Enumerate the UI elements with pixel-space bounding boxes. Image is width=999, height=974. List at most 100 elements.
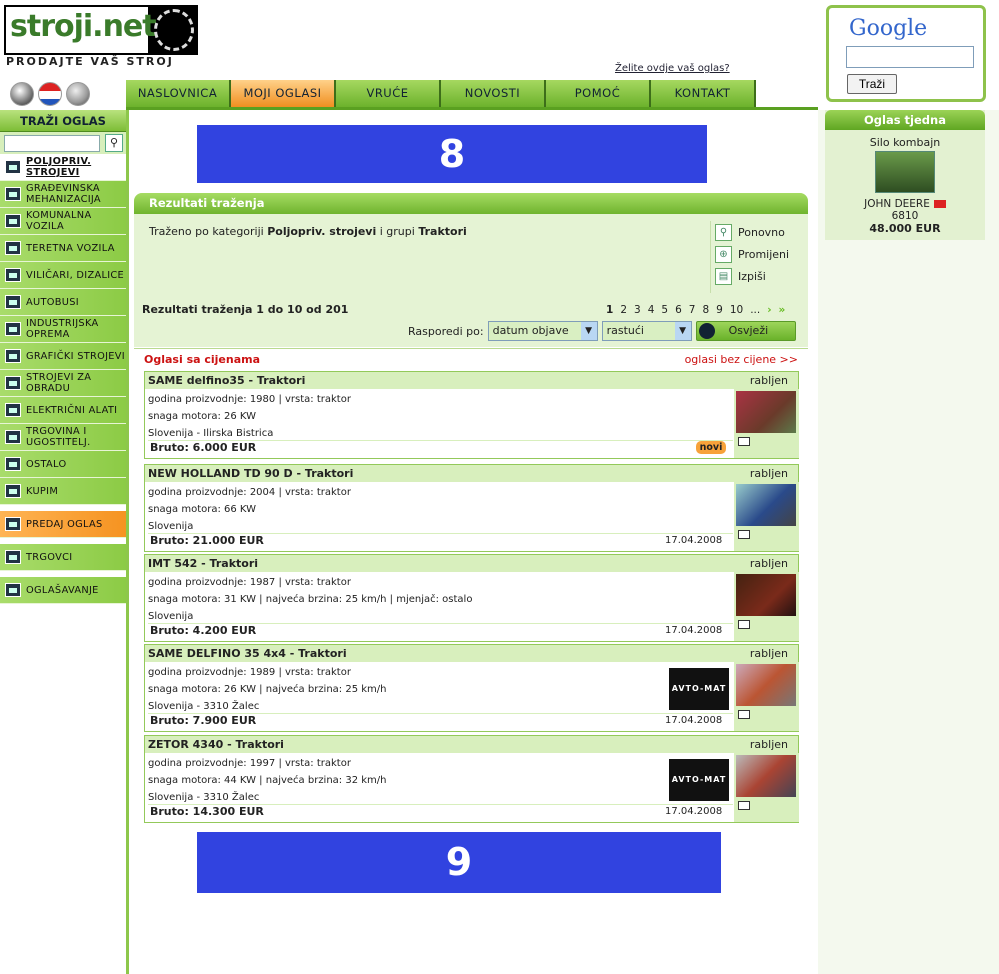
refresh-button[interactable]: Osvježi <box>695 321 796 341</box>
category-icon <box>5 187 21 201</box>
category-icon <box>5 376 21 390</box>
sort-order-select[interactable]: rastući ▼ <box>601 321 692 341</box>
listing-price: Bruto: 14.300 EUR <box>150 805 264 818</box>
dealer-logo[interactable]: AVTO-MAT <box>669 759 729 801</box>
zoom-edit-icon: ⊕ <box>715 245 732 263</box>
action-print[interactable]: ▤ Izpiši <box>711 265 808 287</box>
camera-icon[interactable] <box>738 710 750 719</box>
submit-ad-link[interactable]: PREDAJ OGLAS <box>0 511 126 538</box>
listing-condition: rabljen <box>749 738 788 751</box>
listing-date: 17.04.2008 <box>665 715 723 726</box>
action-change[interactable]: ⊕ Promijeni <box>711 243 808 265</box>
week-item-name[interactable]: Silo kombajn <box>825 136 985 149</box>
sidebar-search: ⚲ <box>0 132 126 154</box>
dealers-link[interactable]: TRGOVCI <box>0 544 126 571</box>
flag-icon-3[interactable] <box>66 82 90 106</box>
camera-icon[interactable] <box>738 801 750 810</box>
category-buses[interactable]: AUTOBUSI <box>0 289 126 316</box>
sort-label: Rasporedi po: <box>408 324 484 338</box>
category-icon <box>5 349 21 363</box>
camera-icon[interactable] <box>738 620 750 629</box>
site-logo[interactable]: stroji.net <box>4 5 198 55</box>
nav-help[interactable]: POMOĆ <box>546 80 651 107</box>
page-link[interactable]: 4 <box>648 304 655 316</box>
ad-of-the-week[interactable]: Oglas tjedna Silo kombajn JOHN DEERE 681… <box>825 110 985 240</box>
last-page-icon[interactable]: » <box>779 304 786 316</box>
listing-title[interactable]: ZETOR 4340 - Traktori <box>148 736 284 753</box>
sidebar-divider <box>126 110 129 974</box>
page-link[interactable]: 8 <box>702 304 709 316</box>
page-link[interactable]: 10 <box>730 304 743 316</box>
listing-line: godina proizvodnje: 1987 | vrsta: trakto… <box>148 577 351 588</box>
nav-home[interactable]: NASLOVNICA <box>126 80 231 107</box>
page-link[interactable]: 7 <box>689 304 696 316</box>
listing-title[interactable]: IMT 542 - Traktori <box>148 555 258 572</box>
camera-icon[interactable] <box>738 437 750 446</box>
banner-top[interactable]: 8 <box>197 125 707 183</box>
category-forklifts[interactable]: VILIČARI, DIZALICE <box>0 262 126 289</box>
listing-thumbnail[interactable] <box>736 664 796 706</box>
category-graphic[interactable]: GRAFIČKI STROJEVI <box>0 343 126 370</box>
page-link[interactable]: 1 <box>606 304 613 316</box>
search-icon[interactable]: ⚲ <box>105 134 123 152</box>
listing-thumbnail[interactable] <box>736 574 796 616</box>
camera-icon[interactable] <box>738 530 750 539</box>
listing-thumbnail[interactable] <box>736 755 796 797</box>
video-camera-icon <box>933 200 946 208</box>
category-other[interactable]: OSTALO <box>0 451 126 478</box>
category-icon <box>5 241 21 255</box>
listing[interactable]: SAME DELFINO 35 4x4 - Traktori rabljen go… <box>144 644 799 732</box>
nav-news[interactable]: NOVOSTI <box>441 80 546 107</box>
week-item-image[interactable] <box>875 151 935 193</box>
banner-bottom[interactable]: 9 <box>197 832 721 893</box>
google-search-input[interactable] <box>846 46 974 68</box>
category-municipal[interactable]: KOMUNALNA VOZILA <box>0 208 126 235</box>
category-processing[interactable]: STROJEVI ZA OBRADU <box>0 370 126 397</box>
listing[interactable]: SAME delfino35 - Traktori rabljen godina … <box>144 371 799 459</box>
next-page-icon[interactable]: › <box>767 304 771 316</box>
google-search-button[interactable]: Traži <box>847 74 897 94</box>
category-agri[interactable]: POLJOPRIV. STROJEVI <box>0 154 126 181</box>
category-icon <box>5 295 21 309</box>
section-divider <box>134 348 808 349</box>
page-link[interactable]: 3 <box>634 304 641 316</box>
listing[interactable]: ZETOR 4340 - Traktori rabljen godina proi… <box>144 735 799 823</box>
category-icon <box>5 457 21 471</box>
flag-icon-1[interactable] <box>10 82 34 106</box>
listing-title[interactable]: SAME delfino35 - Traktori <box>148 372 305 389</box>
nav-my-ads[interactable]: MOJI OGLASI <box>231 80 336 107</box>
sort-field-select[interactable]: datum objave ▼ <box>487 321 598 341</box>
page-link[interactable]: 2 <box>620 304 627 316</box>
category-construction[interactable]: GRAĐEVINSKA MEHANIZACIJA <box>0 181 126 208</box>
page-link[interactable]: 9 <box>716 304 723 316</box>
page-link[interactable]: 5 <box>661 304 668 316</box>
category-trade[interactable]: TRGOVINA I UGOSTITELJ. <box>0 424 126 451</box>
listing-thumbnail[interactable] <box>736 484 796 526</box>
category-industrial[interactable]: INDUSTRIJSKA OPREMA <box>0 316 126 343</box>
listing[interactable]: NEW HOLLAND TD 90 D - Traktori rabljen go… <box>144 464 799 552</box>
sidebar-search-input[interactable] <box>4 135 100 152</box>
croatia-flag-icon[interactable] <box>38 82 62 106</box>
category-trucks[interactable]: TERETNA VOZILA <box>0 235 126 262</box>
dealer-logo[interactable]: AVTO-MAT <box>669 668 729 710</box>
advertise-link[interactable]: Želite ovdje vaš oglas? <box>615 63 730 74</box>
category-label: KUPIM <box>26 485 59 497</box>
action-repeat[interactable]: ⚲ Ponovno <box>711 221 808 243</box>
nav-contact[interactable]: KONTAKT <box>651 80 756 107</box>
listing-thumbnail[interactable] <box>736 391 796 433</box>
unpriced-ads-link[interactable]: oglasi bez cijene >> <box>685 353 798 366</box>
magnifier-icon: ⚲ <box>715 223 732 241</box>
search-criteria: Traženo po kategoriji Poljopriv. strojev… <box>149 225 467 238</box>
listing-title[interactable]: NEW HOLLAND TD 90 D - Traktori <box>148 465 353 482</box>
listing[interactable]: IMT 542 - Traktori rabljen godina proizvo… <box>144 554 799 642</box>
nav-hot[interactable]: VRUĆE <box>336 80 441 107</box>
sidebar-title: TRAŽI OGLAS <box>0 110 126 132</box>
new-badge: novi <box>696 441 726 454</box>
category-buy[interactable]: KUPIM <box>0 478 126 505</box>
category-label: GRAĐEVINSKA MEHANIZACIJA <box>26 183 101 205</box>
category-electric-tools[interactable]: ELEKTRIČNI ALATI <box>0 397 126 424</box>
listing-price: Bruto: 4.200 EUR <box>150 624 257 637</box>
page-link[interactable]: 6 <box>675 304 682 316</box>
listing-title[interactable]: SAME DELFINO 35 4x4 - Traktori <box>148 645 347 662</box>
advertising-link[interactable]: OGLAŠAVANJE <box>0 577 126 604</box>
